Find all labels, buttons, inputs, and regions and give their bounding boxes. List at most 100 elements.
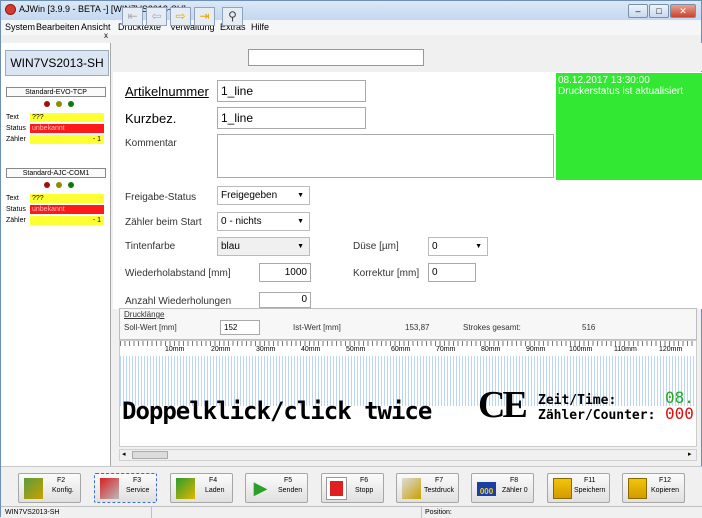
kommentar-input[interactable]	[217, 134, 554, 178]
fkey-label: F2	[57, 477, 66, 484]
f8-zaehler0-button[interactable]: 000 F8 Zähler 0	[471, 473, 534, 503]
prev-record-icon[interactable]: ⇦	[146, 7, 167, 26]
fkey-text: Konfig.	[52, 487, 74, 494]
fkey-label: F5	[284, 477, 293, 484]
dropdown-arrow-icon: ▼	[297, 192, 304, 199]
zaehler-start-value: 0 - nichts	[221, 216, 262, 227]
text-value: ???	[30, 113, 104, 122]
dropdown-arrow-icon: ▼	[475, 243, 482, 250]
zaehler-counter-label: Zähler/Counter:	[538, 408, 656, 423]
ruler-label: 10mm	[165, 346, 185, 353]
ist-label: Ist-Wert [mm]	[293, 323, 341, 332]
service-icon	[100, 478, 119, 499]
divider	[151, 507, 152, 518]
f3-service-button[interactable]: F3 Service	[94, 473, 157, 503]
search-icon[interactable]: ⚲	[222, 7, 243, 26]
f5-senden-button[interactable]: ▶ F5 Senden	[245, 473, 308, 503]
ruler-label: 50mm	[346, 346, 366, 353]
first-record-icon[interactable]: ⇤	[122, 7, 143, 26]
device-card[interactable]: Standard-AJC-COM1 Text ??? Status unbeka…	[6, 168, 106, 234]
horizontal-scrollbar[interactable]: ◂ ▸	[119, 449, 697, 461]
play-icon: ▶	[253, 478, 268, 498]
ruler-label: 20mm	[211, 346, 231, 353]
fkey-label: F7	[435, 477, 444, 484]
dropdown-arrow-icon: ▼	[297, 243, 304, 250]
duese-value: 0	[432, 241, 438, 252]
f12-kopieren-button[interactable]: F12 Kopieren	[622, 473, 685, 503]
freigabe-select[interactable]: Freigegeben ▼	[217, 186, 310, 205]
scroll-right-icon[interactable]: ▸	[688, 450, 692, 458]
fkey-label: F6	[360, 477, 369, 484]
f6-stopp-button[interactable]: F6 Stopp	[321, 473, 384, 503]
menu-system[interactable]: System	[5, 22, 35, 32]
maximize-button[interactable]: □	[649, 4, 669, 18]
soll-label: Soll-Wert [mm]	[124, 323, 177, 332]
korrektur-input[interactable]: 0	[428, 263, 476, 282]
close-icon[interactable]: x	[104, 31, 108, 40]
stop-icon	[326, 477, 347, 500]
f7-testdruck-button[interactable]: F7 Testdruck	[396, 473, 459, 503]
text-label: Text	[6, 114, 19, 121]
artikel-input[interactable]: 1_line	[217, 80, 366, 102]
f2-konfig-button[interactable]: F2 Konfig.	[18, 473, 81, 503]
dropdown-arrow-icon: ▼	[297, 218, 304, 225]
fkey-label: F3	[133, 477, 142, 484]
save-icon	[553, 478, 572, 499]
statusbar-position-label: Position:	[425, 509, 452, 516]
search-input[interactable]	[248, 49, 424, 66]
machine-tab[interactable]: WIN7VS2013-SH	[5, 50, 109, 76]
preview-main-text: Doppelklick/click twice	[122, 397, 432, 425]
status-value: unbekannt	[30, 205, 104, 214]
status-message: Druckerstatus ist aktualisiert	[558, 86, 684, 97]
text-value: ???	[30, 194, 104, 203]
app-window: AJWin [3.9.9 - BETA -] [WIN7VS2013-SH] –…	[0, 0, 702, 518]
fkey-text: Senden	[278, 487, 303, 494]
print-preview[interactable]: 10mm 20mm 30mm 40mm 50mm 60mm 70mm 80mm …	[119, 340, 697, 447]
anzahl-label: Anzahl Wiederholungen	[125, 296, 232, 307]
yellow-lamp-icon	[56, 101, 62, 107]
ruler-label: 80mm	[481, 346, 501, 353]
fkey-text: Laden	[205, 487, 225, 494]
close-button[interactable]: ✕	[670, 4, 696, 18]
wiederhol-input[interactable]: 1000	[259, 263, 311, 282]
fkey-text: Kopieren	[651, 487, 680, 494]
statusbar-machine: WIN7VS2013-SH	[5, 509, 60, 516]
scroll-thumb[interactable]	[132, 451, 168, 459]
ist-value: 153,87	[405, 323, 430, 332]
minimize-button[interactable]: –	[628, 4, 648, 18]
ruler-label: 70mm	[436, 346, 456, 353]
last-record-icon[interactable]: ⇥	[194, 7, 215, 26]
scroll-left-icon[interactable]: ◂	[122, 450, 126, 458]
anzahl-input[interactable]: 0	[259, 292, 311, 308]
kurz-input[interactable]: 1_line	[217, 107, 366, 129]
ruler-label: 90mm	[526, 346, 546, 353]
duese-select[interactable]: 0 ▼	[428, 237, 488, 256]
fkey-label: F8	[510, 477, 519, 484]
tinte-select[interactable]: blau ▼	[217, 237, 310, 256]
device-card[interactable]: Standard-EVO-TCP Text ??? Status unbekan…	[6, 87, 106, 153]
zaehler-start-select[interactable]: 0 - nichts ▼	[217, 212, 310, 231]
f4-laden-button[interactable]: F4 Laden	[170, 473, 233, 503]
fkey-text: Stopp	[355, 487, 374, 494]
title-bar: AJWin [3.9.9 - BETA -] [WIN7VS2013-SH] –…	[1, 1, 701, 20]
menu-hilfe[interactable]: Hilfe	[251, 22, 269, 32]
copy-icon	[628, 478, 647, 499]
f11-speichern-button[interactable]: F11 Speichern	[547, 473, 610, 503]
fkey-label: F11	[584, 477, 596, 484]
load-icon	[176, 478, 195, 499]
status-label: Status	[6, 206, 26, 213]
next-record-icon[interactable]: ⇨	[170, 7, 191, 26]
ruler-label: 40mm	[301, 346, 321, 353]
divider	[421, 507, 422, 518]
duese-label: Düse [µm]	[353, 241, 399, 252]
test-print-icon	[402, 478, 421, 499]
menu-bearbeiten[interactable]: Bearbeiten	[36, 22, 80, 32]
artikel-label: Artikelnummer	[125, 84, 209, 99]
tinte-label: Tintenfarbe	[125, 241, 176, 252]
counter-reset-icon: 000	[477, 482, 496, 496]
soll-input[interactable]: 152	[220, 320, 260, 335]
red-lamp-icon	[44, 182, 50, 188]
printer-status-panel: 08.12.2017 13:30:00 Druckerstatus ist ak…	[556, 73, 702, 180]
app-icon	[5, 4, 16, 15]
ruler-label: 110mm	[614, 346, 637, 353]
